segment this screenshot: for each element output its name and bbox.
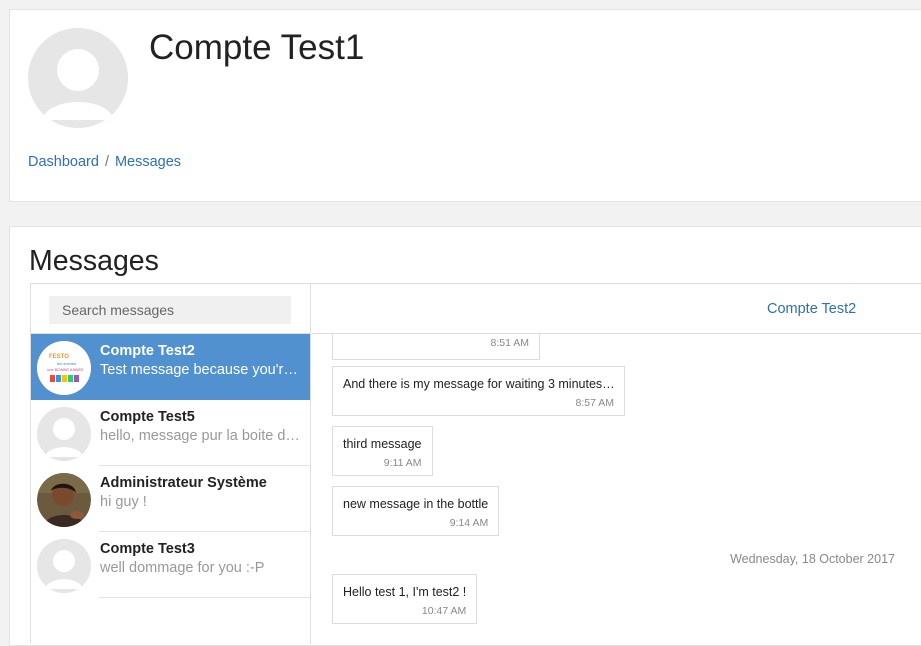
svg-text:FESTO: FESTO <box>49 354 69 360</box>
message-bubble: And there is my message for waiting 3 mi… <box>332 366 625 416</box>
avatar: FESTO les animés une BONNE ANNÉE <box>37 341 91 395</box>
user-silhouette-icon <box>37 539 91 593</box>
message-time: 10:47 AM <box>421 605 467 617</box>
breadcrumb-dashboard-link[interactable]: Dashboard <box>28 154 99 170</box>
message-text: new message in the bottle <box>343 497 489 511</box>
message-bubble: Hello test 1, I'm test2 ! 10:47 AM <box>332 574 478 624</box>
conversation-name: Compte Test2 <box>100 343 195 359</box>
svg-text:une BONNE ANNÉE: une BONNE ANNÉE <box>47 367 84 372</box>
breadcrumb-separator: / <box>104 154 109 170</box>
message-time: 8:57 AM <box>575 397 614 409</box>
message-bubble: 8:51 AM <box>332 334 540 360</box>
message-list[interactable]: 8:51 AM And there is my message for wait… <box>312 334 921 644</box>
divider <box>99 597 310 598</box>
message-text: Hello test 1, I'm test2 ! <box>343 585 467 599</box>
avatar <box>37 473 91 527</box>
message-text: third message <box>343 437 422 451</box>
breadcrumb-messages-link[interactable]: Messages <box>115 154 181 170</box>
message-bubble: new message in the bottle 9:14 AM <box>332 486 500 536</box>
conversation-preview: well dommage for you :-P <box>100 560 265 576</box>
conversation-sidebar: FESTO les animés une BONNE ANNÉE Compte … <box>31 284 311 644</box>
conversation-item[interactable]: Compte Test5 hello, message pur la boite… <box>31 400 310 466</box>
user-silhouette-icon <box>37 407 91 461</box>
conversation-preview: hi guy ! <box>100 494 147 510</box>
breadcrumb: Dashboard / Messages <box>28 154 181 170</box>
conversation-item[interactable]: Compte Test3 well dommage for you :-P <box>31 532 310 598</box>
custom-avatar-icon: FESTO les animés une BONNE ANNÉE <box>37 341 91 395</box>
profile-avatar <box>28 28 128 128</box>
chat-header: Compte Test2 <box>312 284 921 334</box>
search-area <box>31 284 310 334</box>
message-bubble: third message 9:11 AM <box>332 426 433 476</box>
date-separator: Wednesday, 18 October 2017 <box>730 552 895 566</box>
message-time: 8:51 AM <box>490 337 529 349</box>
conversation-item[interactable]: Administrateur Système hi guy ! <box>31 466 310 532</box>
user-silhouette-icon <box>28 28 128 128</box>
profile-name: Compte Test1 <box>149 28 365 67</box>
messages-card: Messages FESTO les animés une BONNE ANNÉ… <box>9 226 921 646</box>
avatar <box>37 407 91 461</box>
avatar <box>37 539 91 593</box>
message-text: And there is my message for waiting 3 mi… <box>343 377 615 391</box>
messaging-panel: FESTO les animés une BONNE ANNÉE Compte … <box>30 283 921 644</box>
page-title: Messages <box>29 245 159 277</box>
profile-header: Compte Test1 Dashboard / Messages <box>9 9 921 202</box>
conversation-name: Compte Test3 <box>100 541 195 557</box>
photo-avatar-icon <box>37 473 91 527</box>
svg-text:les animés: les animés <box>57 361 76 366</box>
conversation-preview: hello, message pur la boite de reception <box>100 428 300 444</box>
conversation-preview: Test message because you're there <box>100 362 300 378</box>
conversation-item[interactable]: FESTO les animés une BONNE ANNÉE Compte … <box>31 334 310 400</box>
chat-pane: Compte Test2 8:51 AM And there is my mes… <box>312 284 921 644</box>
search-input[interactable] <box>49 296 291 324</box>
conversation-name: Administrateur Système <box>100 475 267 491</box>
chat-contact-link[interactable]: Compte Test2 <box>767 301 856 317</box>
message-time: 9:11 AM <box>383 457 422 469</box>
conversation-name: Compte Test5 <box>100 409 195 425</box>
message-time: 9:14 AM <box>449 517 489 529</box>
